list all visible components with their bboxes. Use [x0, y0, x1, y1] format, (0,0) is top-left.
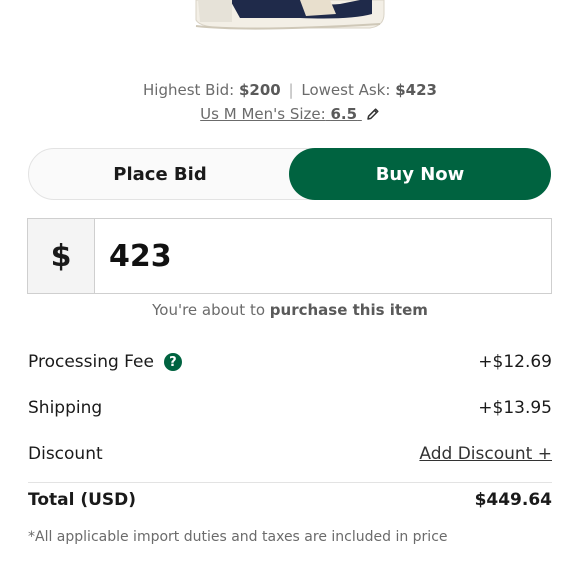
total-value: $449.64	[474, 490, 552, 510]
size-selector-row: Us M Men's Size: 6.5	[0, 104, 580, 126]
highest-bid-label: Highest Bid:	[143, 81, 235, 99]
shipping-label: Shipping	[28, 398, 103, 418]
purchase-note-bold: purchase this item	[269, 301, 428, 319]
bid-buy-toggle: Place Bid Buy Now	[28, 148, 551, 200]
place-bid-tab[interactable]: Place Bid	[29, 148, 291, 200]
price-amount[interactable]: 423	[95, 219, 551, 293]
pencil-icon[interactable]	[366, 106, 380, 126]
shipping-value: +$13.95	[478, 398, 552, 418]
sneaker-image	[0, 0, 580, 40]
size-value: 6.5	[330, 105, 358, 123]
discount-row: Discount Add Discount +	[28, 441, 552, 467]
purchase-note-prefix: You're about to	[152, 301, 266, 319]
highest-bid-value: $200	[239, 81, 281, 99]
purchase-note: You're about to purchase this item	[0, 300, 580, 320]
question-circle-icon[interactable]: ?	[163, 353, 182, 371]
price-input-field[interactable]: $ 423	[27, 218, 552, 294]
market-info: Highest Bid: $200 | Lowest Ask: $423	[0, 80, 580, 100]
processing-fee-row: Processing Fee ? +$12.69	[28, 349, 552, 375]
divider	[28, 482, 552, 483]
buy-now-tab[interactable]: Buy Now	[289, 148, 551, 200]
total-row: Total (USD) $449.64	[28, 487, 552, 513]
size-selector[interactable]: Us M Men's Size: 6.5	[200, 105, 362, 123]
total-label: Total (USD)	[28, 490, 137, 510]
import-duties-footnote: *All applicable import duties and taxes …	[28, 529, 448, 545]
lowest-ask-value: $423	[395, 81, 437, 99]
shipping-row: Shipping +$13.95	[28, 395, 552, 421]
processing-fee-value: +$12.69	[478, 352, 552, 372]
processing-fee-label: Processing Fee	[28, 352, 154, 372]
discount-label: Discount	[28, 444, 103, 464]
lowest-ask-label: Lowest Ask:	[301, 81, 391, 99]
size-label: Us M Men's Size:	[200, 105, 326, 123]
add-discount-link[interactable]: Add Discount +	[419, 444, 552, 464]
currency-symbol: $	[28, 219, 95, 293]
separator: |	[288, 81, 294, 99]
